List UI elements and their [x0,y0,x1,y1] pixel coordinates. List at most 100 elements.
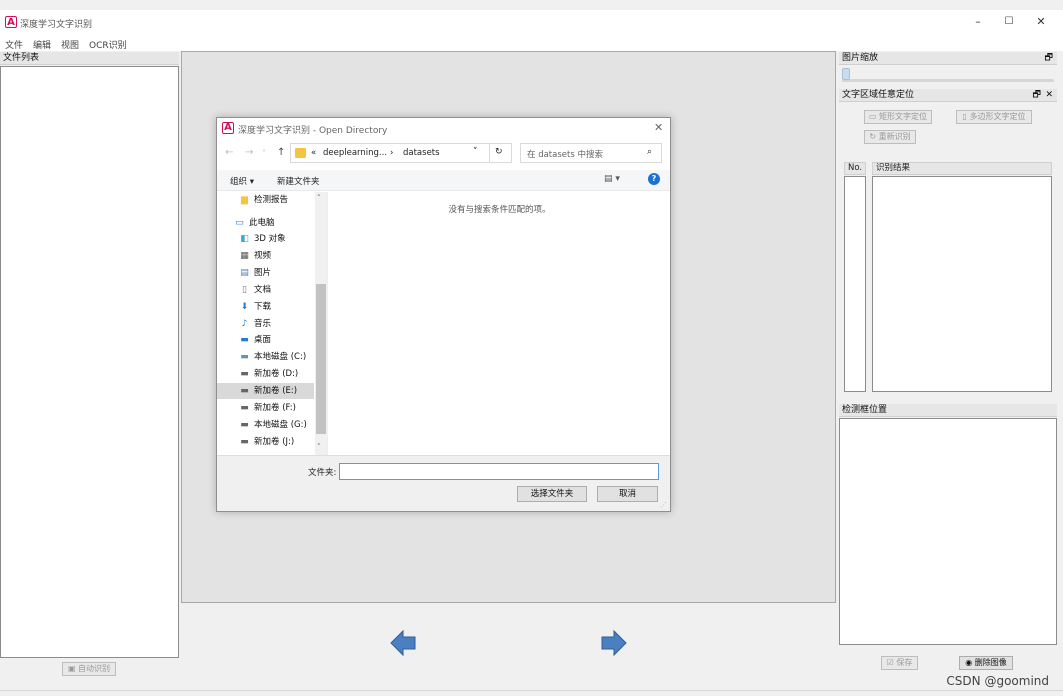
address-dropdown-icon[interactable]: ˅ [473,147,478,157]
nav-item-drive-c[interactable]: ▬ 本地磁盘 (C:) [217,349,314,365]
auto-recognize-label: 自动识别 [78,664,111,673]
breadcrumb-datasets[interactable]: datasets [403,148,440,158]
nav-item-drive-f[interactable]: ▬ 新加卷 (F:) [217,400,314,416]
nav-label: 3D 对象 [254,234,286,244]
bbox-list[interactable] [839,418,1057,645]
file-list-header: 文件列表 [0,52,179,65]
nav-label: 此电脑 [249,218,275,228]
recent-dropdown-icon[interactable]: ˅ [262,149,266,158]
zoom-title: 图片缩放 [842,53,879,63]
prev-image-arrow-icon[interactable] [389,629,417,657]
video-icon: ▦ [240,251,249,261]
search-input[interactable]: 在 datasets 中搜索 ⌕ [520,143,662,163]
poly-locate-label: 多边形文字定位 [969,112,1026,121]
status-divider [0,690,1063,691]
new-folder-button[interactable]: 新建文件夹 [277,175,320,187]
save-icon: ☑ [886,658,897,667]
dialog-logo-icon: A [222,122,234,134]
nav-scroll-thumb[interactable] [316,284,326,434]
auto-icon: ▣ [67,664,79,673]
save-button[interactable]: ☑ 保存 [881,656,918,670]
select-folder-button[interactable]: 选择文件夹 [517,486,587,502]
title-bar [0,10,1063,36]
computer-icon: ▭ [235,218,244,228]
view-options-icon[interactable]: ▤ ▾ [604,174,620,184]
nav-item-pictures[interactable]: ▤ 图片 [217,265,314,281]
delete-image-button[interactable]: ◉ 删除图像 [959,656,1013,670]
folder-icon [295,148,306,158]
nav-item-drive-d[interactable]: ▬ 新加卷 (D:) [217,366,314,382]
dialog-close-icon[interactable]: ✕ [654,121,663,134]
menu-file[interactable]: 文件 [5,38,23,51]
result-no-column[interactable] [844,176,866,392]
delete-image-label: 删除图像 [974,658,1007,667]
locate-title: 文字区域任意定位 [842,90,915,100]
zoom-slider-handle[interactable] [842,68,850,80]
address-bar[interactable]: « deeplearning... › datasets ˅ ↻ [290,143,512,163]
resize-grip-icon[interactable]: ⋰ [660,501,667,509]
breadcrumb-prefix[interactable]: « [311,148,316,158]
col-header-result[interactable]: 识别结果 [872,162,1052,175]
nav-item-downloads[interactable]: ⬇ 下载 [217,299,314,315]
nav-item-drive-g[interactable]: ▬ 本地磁盘 (G:) [217,417,314,433]
search-icon[interactable]: ⌕ [647,147,652,157]
music-icon: ♪ [241,319,248,329]
cancel-button[interactable]: 取消 [597,486,658,502]
breadcrumb-separator-icon: › [390,148,394,158]
nav-label: 音乐 [254,319,272,329]
zoom-slider-track[interactable] [842,79,1054,82]
nav-label: 检测报告 [254,195,289,205]
drive-icon: ▬ [240,352,249,362]
menu-ocr[interactable]: OCR识别 [89,38,127,51]
nav-item-documents[interactable]: ▯ 文档 [217,282,314,298]
dock-close-icon[interactable]: ✕ [1045,89,1053,102]
folder-label: 文件夹: [308,468,337,478]
menu-edit[interactable]: 编辑 [33,38,51,51]
col-header-no[interactable]: No. [844,162,866,175]
folder-input[interactable] [339,463,659,480]
nav-label: 新加卷 (J:) [254,437,295,447]
float-icon[interactable]: 🗗 [1033,89,1041,102]
forward-icon[interactable]: → [245,147,253,158]
maximize-button[interactable]: ☐ [999,14,1019,30]
navigation-pane[interactable]: ▆ 检测报告 ▭ 此电脑 ◧ 3D 对象 ▦ 视频 ▤ 图片 ▯ 文档 ⬇ 下载 ♪ 音乐 ▬ 桌… [217,192,327,455]
scroll-up-icon[interactable]: ˄ [317,194,321,202]
nav-item-drive-j[interactable]: ▬ 新加卷 (J:) [217,434,314,450]
scroll-down-icon[interactable]: ˅ [317,443,321,451]
up-icon[interactable]: ↑ [277,147,285,158]
nav-label: 本地磁盘 (C:) [254,352,307,362]
nav-label: 文档 [254,285,272,295]
nav-item-desktop[interactable]: ▬ 桌面 [217,332,314,348]
nav-label: 本地磁盘 (G:) [254,420,307,430]
file-content-pane[interactable]: 没有与搜索条件匹配的项。 [327,192,670,455]
nav-item-video[interactable]: ▦ 视频 [217,248,314,264]
back-icon[interactable]: ← [225,147,233,158]
re-recognize-label: 重新识别 [878,132,911,141]
file-list[interactable] [0,66,179,658]
auto-recognize-button[interactable]: ▣ 自动识别 [62,662,116,676]
help-icon[interactable]: ? [648,173,660,185]
float-icon[interactable]: 🗗 [1045,52,1053,65]
nav-item-this-pc[interactable]: ▭ 此电脑 [217,215,314,231]
next-image-arrow-icon[interactable] [600,629,628,657]
breadcrumb-deeplearning[interactable]: deeplearning... [323,148,387,158]
rect-locate-button[interactable]: ▭ 矩形文字定位 [864,110,932,124]
drive-icon: ▬ [240,386,249,396]
organize-menu[interactable]: 组织 ▾ [230,175,254,187]
nav-label: 下载 [254,302,272,312]
result-list[interactable] [872,176,1052,392]
nav-item-jiance[interactable]: ▆ 检测报告 [217,192,314,208]
nav-item-3d[interactable]: ◧ 3D 对象 [217,231,314,247]
poly-locate-button[interactable]: ▯ 多边形文字定位 [956,110,1032,124]
re-recognize-button[interactable]: ↻ 重新识别 [864,130,916,144]
search-placeholder: 在 datasets 中搜索 [527,150,603,160]
menu-view[interactable]: 视图 [61,38,79,51]
folder-icon: ▆ [241,195,248,205]
delete-icon: ◉ [965,658,975,667]
nav-item-drive-e[interactable]: ▬ 新加卷 (E:) [217,383,314,399]
refresh-icon[interactable]: ↻ [495,147,503,157]
minimize-button[interactable]: – [968,14,988,30]
close-button[interactable]: ✕ [1031,14,1051,30]
nav-item-music[interactable]: ♪ 音乐 [217,316,314,332]
nav-scrollbar[interactable]: ˄ ˅ [315,192,327,455]
